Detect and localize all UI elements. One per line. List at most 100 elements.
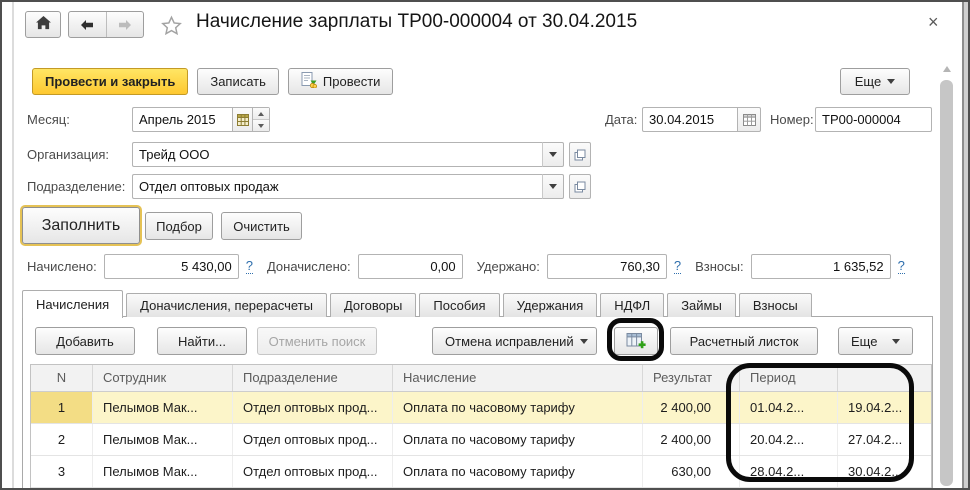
cell-employee[interactable]: Пелымов Мак... [93,424,233,455]
cell-department[interactable]: Отдел оптовых прод... [233,456,393,487]
post-icon [301,72,317,91]
more-button-grid[interactable]: Еще [838,327,913,355]
calendar-icon [742,113,756,126]
date-field-group: 30.04.2015 [642,107,761,132]
fill-button[interactable]: Заполнить [22,207,140,244]
date-input[interactable]: 30.04.2015 [642,107,737,132]
cell-period_from[interactable]: 28.04.2... [740,456,838,487]
post-and-close-button[interactable]: Провести и закрыть [32,68,189,95]
table-header-row: N Сотрудник Подразделение Начисление Результ… [31,365,931,392]
more-label: Еще [854,74,882,89]
scrollbar-thumb[interactable] [940,80,953,486]
table-row-1[interactable]: 1 Пелымов Мак... Отдел оптовых прод... Опла… [31,392,931,424]
date-label: Дата: [605,112,638,127]
forward-button[interactable] [107,12,144,37]
tab-2[interactable]: Договоры [329,293,417,317]
close-icon[interactable]: × [928,13,939,31]
total-item-3: Взносы: 1 635,52? [695,254,905,279]
cell-period_from[interactable]: 20.04.2... [740,424,838,455]
organization-open-button[interactable] [569,142,591,167]
column-header-0[interactable]: N [31,365,93,391]
column-header-2[interactable]: Подразделение [233,365,393,391]
vertical-scrollbar[interactable] [940,64,953,488]
column-header-4[interactable]: Результат [643,365,740,391]
pick-button[interactable]: Подбор [145,212,213,240]
month-stepper[interactable] [253,107,270,132]
open-value-icon [574,149,586,160]
column-header-6[interactable] [838,365,931,391]
cell-result[interactable]: 630,00 [643,456,740,487]
more-button-top[interactable]: Еще [840,68,910,95]
tab-6[interactable]: Займы [667,293,736,317]
undo-corrections-button[interactable]: Отмена исправлений [432,327,597,355]
cell-n[interactable]: 3 [31,456,93,487]
add-row-button[interactable]: Добавить [35,327,135,355]
cell-n[interactable]: 1 [31,392,93,423]
tab-1[interactable]: Доначисления, перерасчеты [126,293,327,317]
cell-n[interactable]: 2 [31,424,93,455]
month-label: Месяц: [27,112,70,127]
cell-result[interactable]: 2 400,00 [643,392,740,423]
tab-0[interactable]: Начисления [22,290,124,318]
department-open-button[interactable] [569,174,591,199]
cell-employee[interactable]: Пелымов Мак... [93,456,233,487]
month-picker-button[interactable] [232,107,253,132]
cell-department[interactable]: Отдел оптовых прод... [233,424,393,455]
number-input[interactable]: ТР00-000004 [815,107,932,132]
cell-accrual[interactable]: Оплата по часовому тарифу [393,456,643,487]
clear-button[interactable]: Очистить [221,212,302,240]
back-button[interactable] [69,12,107,37]
total-label: Доначислено: [266,259,351,274]
tab-3[interactable]: Пособия [419,293,500,317]
help-link[interactable]: ? [897,259,905,274]
history-nav [68,11,144,38]
date-picker-button[interactable] [737,107,761,132]
total-input[interactable]: 0,00 [357,254,463,279]
total-input[interactable]: 5 430,00 [103,254,239,279]
show-period-columns-button[interactable] [614,327,658,355]
cell-period_to[interactable]: 27.04.2... [838,424,931,455]
grid-toolbar: Добавить Найти... Отменить поиск Отмена … [35,327,913,355]
cell-period_to[interactable]: 19.04.2... [838,392,931,423]
cell-period_to[interactable]: 30.04.2... [838,456,931,487]
cell-period_from[interactable]: 01.04.2... [740,392,838,423]
cell-department[interactable]: Отдел оптовых прод... [233,392,393,423]
tab-4[interactable]: Удержания [502,293,598,317]
organization-input[interactable]: Трейд ООО [132,142,542,167]
chevron-down-icon [549,152,557,157]
column-header-3[interactable]: Начисление [393,365,643,391]
total-input[interactable]: 760,30 [546,254,667,279]
help-link[interactable]: ? [245,259,253,274]
column-header-1[interactable]: Сотрудник [93,365,233,391]
tab-5[interactable]: НДФЛ [600,293,665,317]
payslip-button[interactable]: Расчетный листок [670,327,818,355]
department-input[interactable]: Отдел оптовых продаж [132,174,542,199]
cancel-search-button[interactable]: Отменить поиск [257,327,377,355]
home-button[interactable] [25,11,61,38]
organization-label: Организация: [27,147,110,162]
save-button[interactable]: Записать [197,68,279,95]
organization-dropdown-button[interactable] [542,142,564,167]
document-window: Начисление зарплаты ТР00-000004 от 30.04… [0,0,970,490]
cell-accrual[interactable]: Оплата по часовому тарифу [393,424,643,455]
tab-7[interactable]: Взносы [738,293,812,317]
column-header-5[interactable]: Период [740,365,838,391]
table-row-2[interactable]: 2 Пелымов Мак... Отдел оптовых прод... Опла… [31,424,931,456]
scroll-up-icon[interactable] [943,66,951,72]
more-label: Еще [851,333,878,349]
total-input[interactable]: 1 635,52 [750,254,891,279]
cell-result[interactable]: 2 400,00 [643,424,740,455]
back-icon [81,19,94,30]
total-item-0: Начислено: 5 430,00? [27,254,253,279]
help-link[interactable]: ? [673,259,682,274]
post-button[interactable]: Провести [287,68,394,95]
department-dropdown-button[interactable] [542,174,564,199]
table-row-3[interactable]: 3 Пелымов Мак... Отдел оптовых прод... Опла… [31,456,931,488]
find-button[interactable]: Найти... [157,327,247,355]
favorite-star-icon[interactable] [160,15,183,40]
month-input[interactable]: Апрель 2015 [132,107,232,132]
cell-accrual[interactable]: Оплата по часовому тарифу [393,392,643,423]
department-label: Подразделение: [27,179,126,194]
accruals-panel: Добавить Найти... Отменить поиск Отмена … [22,316,933,488]
cell-employee[interactable]: Пелымов Мак... [93,392,233,423]
